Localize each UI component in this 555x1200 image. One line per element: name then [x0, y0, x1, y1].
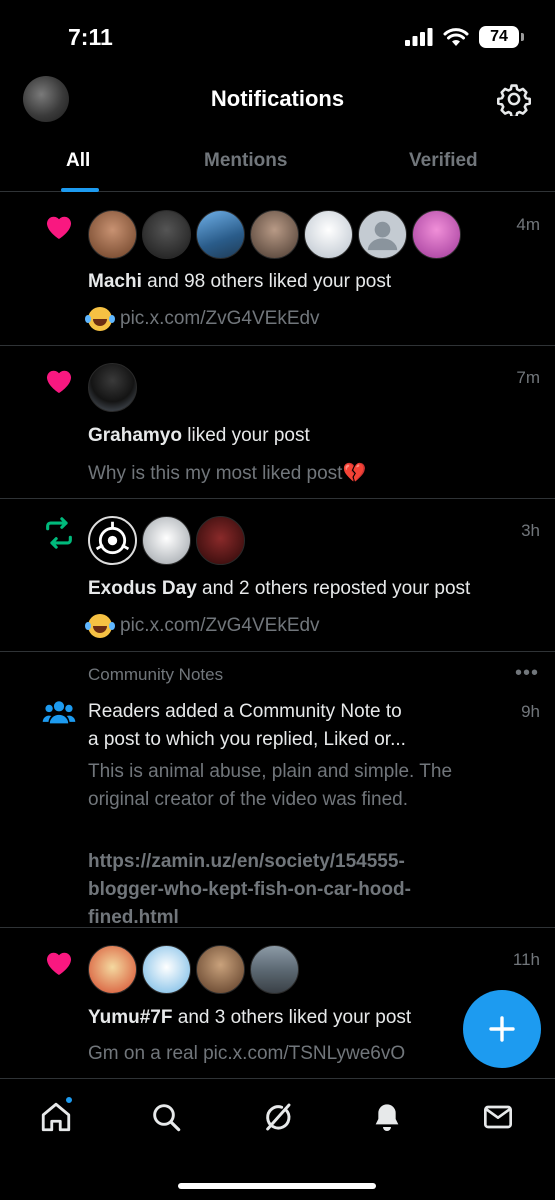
- note-line: original creator of the video was fined.: [88, 789, 409, 810]
- action-text: and 2 others reposted your post: [196, 578, 471, 599]
- post-preview[interactable]: Gm on a real pic.x.com/TSNLywe6vO: [88, 1043, 405, 1065]
- notification-text: Exodus Day and 2 others reposted your po…: [88, 578, 470, 600]
- post-preview-text: Gm on a real pic.x.com/TSNLywe6vO: [88, 1043, 406, 1064]
- actor-avatars: [88, 210, 461, 259]
- avatar[interactable]: [250, 210, 299, 259]
- nav-home[interactable]: [36, 1095, 76, 1137]
- actor-avatars: [88, 516, 245, 565]
- status-time: 7:11: [68, 24, 113, 50]
- community-note-summary: Readers added a Community Note to a post…: [88, 698, 508, 754]
- grok-icon: [266, 1103, 291, 1131]
- community-note-link[interactable]: https://zamin.uz/en/society/154555- blog…: [88, 848, 508, 932]
- post-preview-text: pic.x.com/ZvG4VEkEdv: [120, 615, 320, 636]
- notification-time: 9h: [521, 702, 540, 721]
- status-icons: 74: [405, 26, 524, 48]
- nav-messages[interactable]: [478, 1097, 518, 1137]
- notification-dot: [64, 1095, 74, 1105]
- avatar[interactable]: [88, 945, 137, 994]
- nav-notifications[interactable]: [367, 1097, 407, 1137]
- battery-indicator: 74: [479, 26, 524, 48]
- actor-avatars: [88, 945, 299, 994]
- notification-tabs: All Mentions Verified: [0, 138, 555, 192]
- avatar[interactable]: [142, 210, 191, 259]
- avatar[interactable]: [142, 945, 191, 994]
- bottom-navigation: [0, 1078, 555, 1200]
- notification-time: 4m: [516, 215, 540, 234]
- home-icon: [41, 1102, 71, 1132]
- mail-icon: [484, 1105, 512, 1129]
- avatar[interactable]: [196, 516, 245, 565]
- heart-icon: [46, 216, 72, 240]
- community-notes-label: Community Notes: [88, 665, 224, 684]
- actor-name[interactable]: Yumu#7F: [88, 1007, 172, 1028]
- notification-text: Machi and 98 others liked your post: [88, 271, 391, 293]
- summary-line: Readers added a Community Note to: [88, 701, 402, 722]
- note-line: This is animal abuse, plain and simple. …: [88, 761, 453, 782]
- compose-button[interactable]: [463, 990, 541, 1068]
- notification-time: 3h: [521, 521, 540, 540]
- nav-grok[interactable]: [257, 1097, 297, 1137]
- nav-search[interactable]: [146, 1097, 186, 1137]
- notification-text: Yumu#7F and 3 others liked your post: [88, 1007, 411, 1029]
- avatar[interactable]: [88, 516, 137, 565]
- tab-verified[interactable]: Verified: [409, 150, 478, 172]
- post-preview-text: Why is this my most liked post💔: [88, 463, 367, 484]
- avatar[interactable]: [142, 516, 191, 565]
- actor-name[interactable]: Exodus Day: [88, 578, 197, 599]
- actor-name[interactable]: Machi: [88, 271, 142, 292]
- tab-mentions[interactable]: Mentions: [204, 150, 287, 172]
- bell-icon: [375, 1104, 399, 1131]
- post-preview-text: pic.x.com/ZvG4VEkEdv: [120, 308, 320, 329]
- notification-time: 11h: [512, 950, 540, 969]
- search-icon: [153, 1104, 181, 1132]
- more-options-icon[interactable]: •••: [515, 662, 539, 685]
- avatar[interactable]: [412, 210, 461, 259]
- notification-item[interactable]: 4m Machi and 98 others liked your post p…: [0, 193, 555, 346]
- heart-icon: [46, 952, 72, 976]
- laughing-emoji-icon: [85, 614, 112, 638]
- laughing-emoji-icon: [85, 307, 112, 331]
- avatar[interactable]: [304, 210, 353, 259]
- community-note-item[interactable]: Community Notes ••• 9h Readers added a C…: [0, 652, 555, 928]
- avatar[interactable]: [196, 945, 245, 994]
- post-preview[interactable]: Why is this my most liked post💔: [88, 461, 366, 485]
- settings-gear-icon[interactable]: [497, 82, 531, 116]
- scp-logo-icon: [95, 521, 130, 555]
- community-note-text: This is animal abuse, plain and simple. …: [88, 758, 508, 814]
- cellular-signal-icon: [405, 28, 433, 46]
- actor-name[interactable]: Grahamyo: [88, 425, 182, 446]
- action-text: and 98 others liked your post: [141, 271, 392, 292]
- avatar[interactable]: [196, 210, 245, 259]
- post-preview[interactable]: pic.x.com/ZvG4VEkEdv: [85, 614, 320, 638]
- people-icon: [42, 701, 76, 724]
- notification-text: Grahamyo liked your post: [88, 425, 310, 447]
- heart-icon: [46, 370, 72, 394]
- wifi-icon: [443, 27, 469, 46]
- home-indicator: [178, 1183, 376, 1189]
- avatar[interactable]: [250, 945, 299, 994]
- actor-avatars: [88, 363, 137, 412]
- plus-icon: [489, 1016, 515, 1042]
- default-avatar[interactable]: [358, 210, 407, 259]
- avatar[interactable]: [88, 363, 137, 412]
- action-text: and 3 others liked your post: [172, 1007, 412, 1028]
- avatar[interactable]: [88, 210, 137, 259]
- page-title: Notifications: [210, 86, 345, 111]
- summary-line: a post to which you replied, Liked or...: [88, 729, 406, 750]
- battery-level: 74: [490, 28, 508, 45]
- action-text: liked your post: [181, 425, 310, 446]
- repost-icon: [46, 517, 72, 549]
- notification-item[interactable]: 7m Grahamyo liked your post Why is this …: [0, 346, 555, 499]
- link-line[interactable]: https://zamin.uz/en/society/154555-: [88, 848, 508, 876]
- header: Notifications: [0, 70, 555, 128]
- notifications-feed[interactable]: 4m Machi and 98 others liked your post p…: [0, 193, 555, 1083]
- status-bar: 7:11 74: [0, 0, 555, 70]
- post-preview[interactable]: pic.x.com/ZvG4VEkEdv: [85, 307, 320, 331]
- tab-all[interactable]: All: [66, 150, 90, 172]
- notification-time: 7m: [516, 368, 540, 387]
- notification-item[interactable]: 3h Exodus Day and 2 others reposted your…: [0, 499, 555, 652]
- link-line[interactable]: blogger-who-kept-fish-on-car-hood-: [88, 876, 508, 904]
- person-placeholder-icon: [367, 221, 398, 251]
- active-tab-indicator: [61, 188, 99, 192]
